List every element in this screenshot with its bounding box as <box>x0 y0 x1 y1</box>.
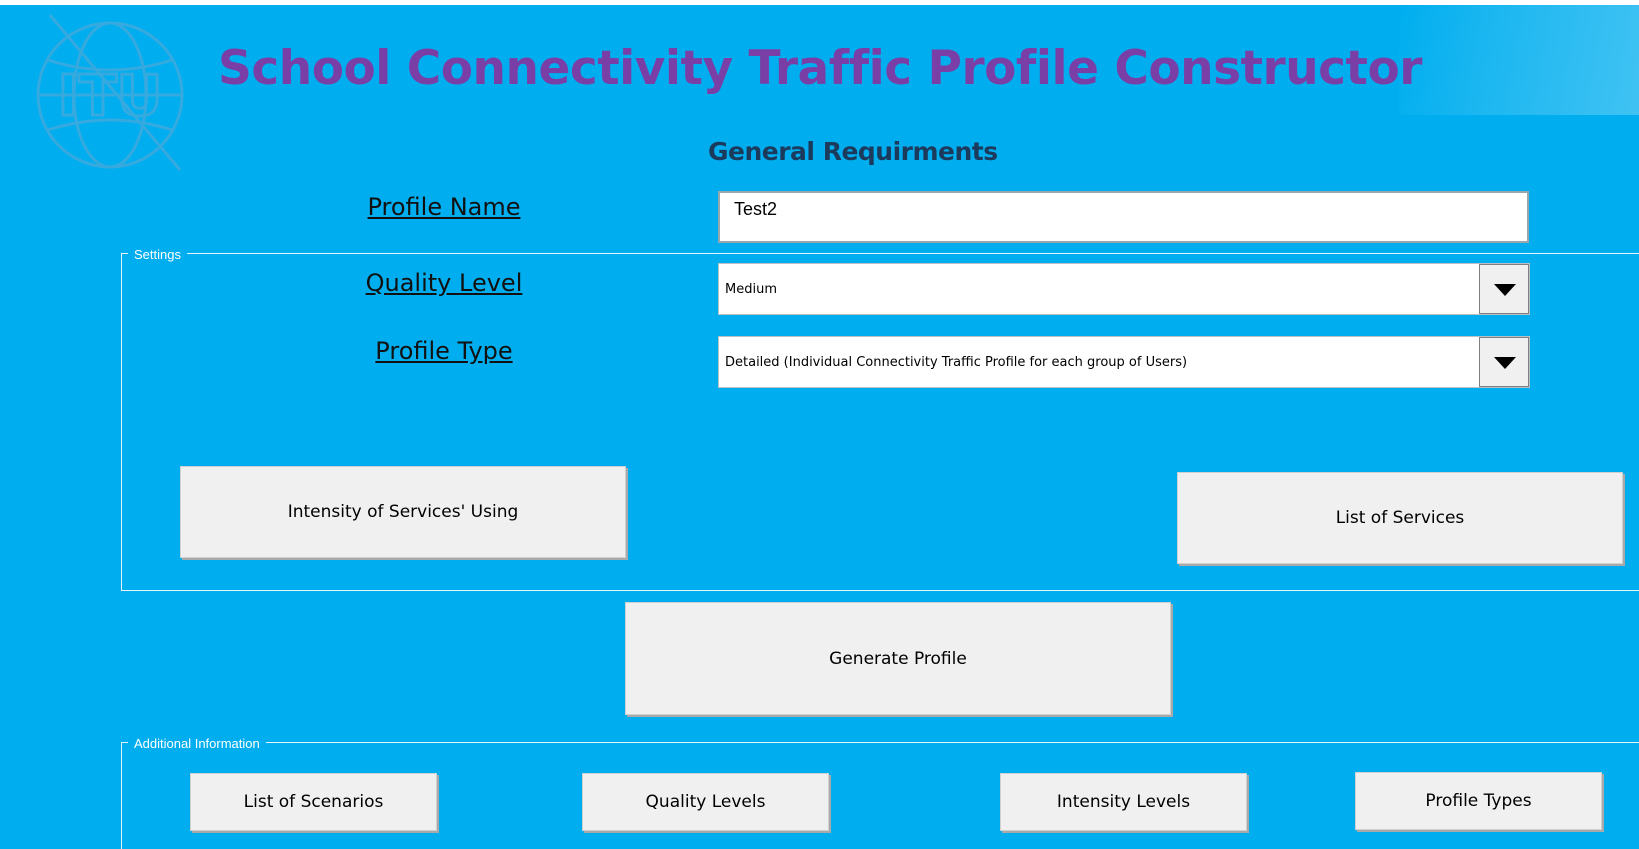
intensity-levels-button[interactable]: Intensity Levels <box>1000 773 1247 831</box>
profile-type-dropdown-button[interactable] <box>1479 337 1529 387</box>
additional-info-caption: Additional Information <box>128 736 266 751</box>
intensity-of-services-button[interactable]: Intensity of Services' Using <box>180 466 626 558</box>
section-subtitle: General Requirments <box>708 137 998 166</box>
quality-levels-button[interactable]: Quality Levels <box>582 773 829 831</box>
dropdown-arrow-icon <box>1494 357 1516 369</box>
quality-level-value: Medium <box>725 282 777 297</box>
profile-type-label: Profile Type <box>375 337 513 365</box>
profile-name-label: Profile Name <box>367 193 521 221</box>
quality-level-dropdown-button[interactable] <box>1479 264 1529 314</box>
settings-caption: Settings <box>128 247 187 262</box>
quality-level-select[interactable]: Medium <box>718 263 1530 315</box>
dropdown-arrow-icon <box>1494 284 1516 296</box>
profile-type-select[interactable]: Detailed (Individual Connectivity Traffi… <box>718 336 1530 388</box>
app-window: ITU School Connectivity Traffic Profile … <box>0 5 1639 849</box>
generate-profile-button[interactable]: Generate Profile <box>625 602 1171 715</box>
profile-type-value: Detailed (Individual Connectivity Traffi… <box>725 355 1188 370</box>
profile-name-input[interactable]: Test2 <box>718 191 1529 243</box>
profile-types-button[interactable]: Profile Types <box>1355 772 1602 830</box>
list-of-scenarios-button[interactable]: List of Scenarios <box>190 773 437 831</box>
quality-level-label: Quality Level <box>365 269 523 297</box>
list-of-services-button[interactable]: List of Services <box>1177 472 1623 564</box>
app-title: School Connectivity Traffic Profile Cons… <box>218 41 1422 96</box>
